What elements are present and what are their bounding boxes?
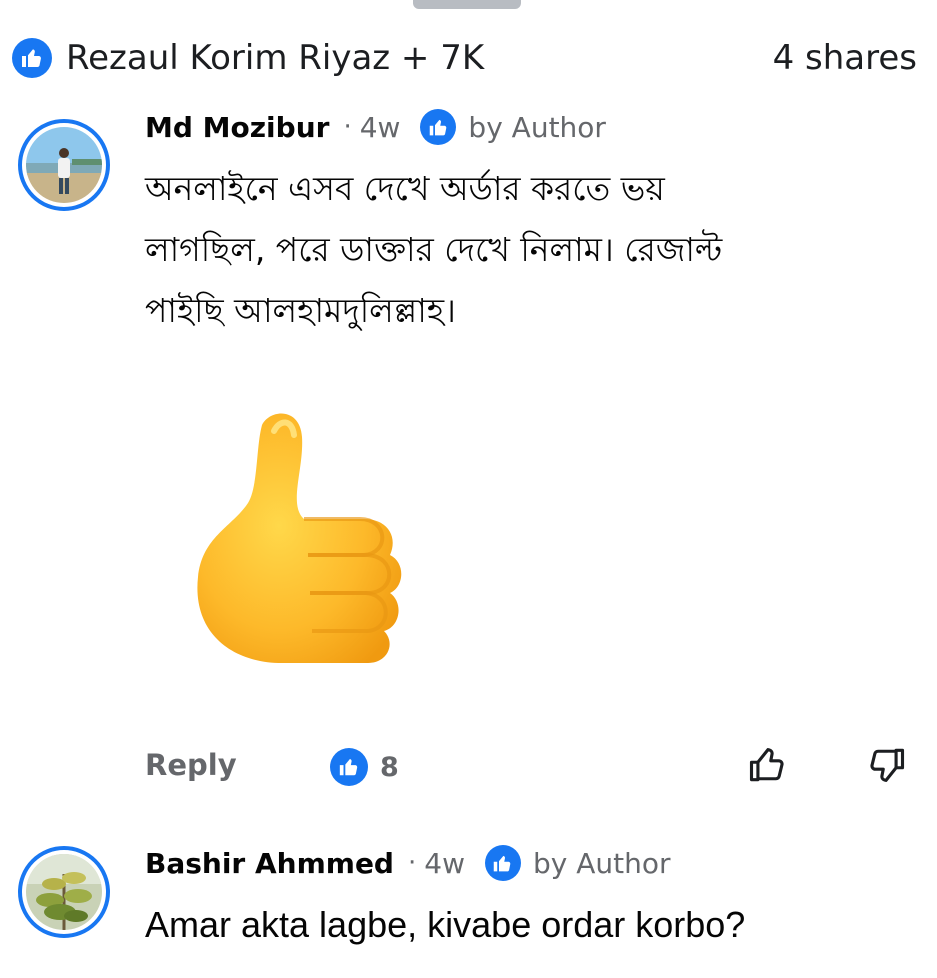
like-reaction-icon bbox=[484, 845, 521, 881]
like-reaction-icon bbox=[330, 748, 368, 786]
reply-button[interactable]: Reply bbox=[145, 743, 237, 787]
comment-author-name[interactable]: Bashir Ahmmed bbox=[145, 847, 394, 880]
comment-author-name[interactable]: Md Mozibur bbox=[145, 111, 329, 144]
sheet-drag-handle[interactable] bbox=[413, 0, 521, 9]
author-badge-label: by Author bbox=[532, 846, 671, 880]
like-reaction-icon bbox=[420, 109, 457, 145]
reaction-count: 8 bbox=[380, 751, 399, 783]
shares-count[interactable]: 4 shares bbox=[773, 34, 917, 82]
separator-dot: · bbox=[407, 848, 417, 878]
thumbs-up-emoji bbox=[197, 413, 402, 663]
comment-time[interactable]: 4w bbox=[424, 847, 465, 880]
comment-text-line: পাইছি আলহামদুলিল্লাহ। bbox=[145, 291, 456, 330]
avatar-photo bbox=[26, 854, 102, 930]
thumbs-down-outline-icon[interactable] bbox=[864, 743, 908, 787]
reactions-header: Rezaul Korim Riyaz + 7K 4 shares bbox=[0, 34, 937, 84]
comment-text-line: লাগছিল, পরে ডাক্তার দেখে নিলাম। রেজাল্ট bbox=[145, 230, 723, 269]
comment-text-line: অনলাইনে এসব দেখে অর্ডার করতে ভয় bbox=[145, 169, 665, 208]
comment-time[interactable]: 4w bbox=[360, 111, 401, 144]
author-badge-label: by Author bbox=[468, 110, 606, 144]
avatar-photo bbox=[26, 127, 102, 203]
comment-meta: Bashir Ahmmed · 4w by Author bbox=[145, 841, 670, 885]
comment-reactions[interactable]: 8 bbox=[330, 747, 399, 787]
thumbs-up-outline-icon[interactable] bbox=[746, 743, 790, 787]
comment-meta: Md Mozibur · 4w by Author bbox=[145, 105, 606, 149]
separator-dot: · bbox=[343, 112, 352, 142]
comment-text: Amar akta lagbe, kivabe ordar korbo? bbox=[145, 904, 746, 945]
avatar[interactable] bbox=[18, 846, 110, 938]
avatar[interactable] bbox=[18, 119, 110, 211]
like-reaction-icon bbox=[12, 38, 52, 78]
reactors-summary[interactable]: Rezaul Korim Riyaz + 7K bbox=[66, 34, 484, 82]
